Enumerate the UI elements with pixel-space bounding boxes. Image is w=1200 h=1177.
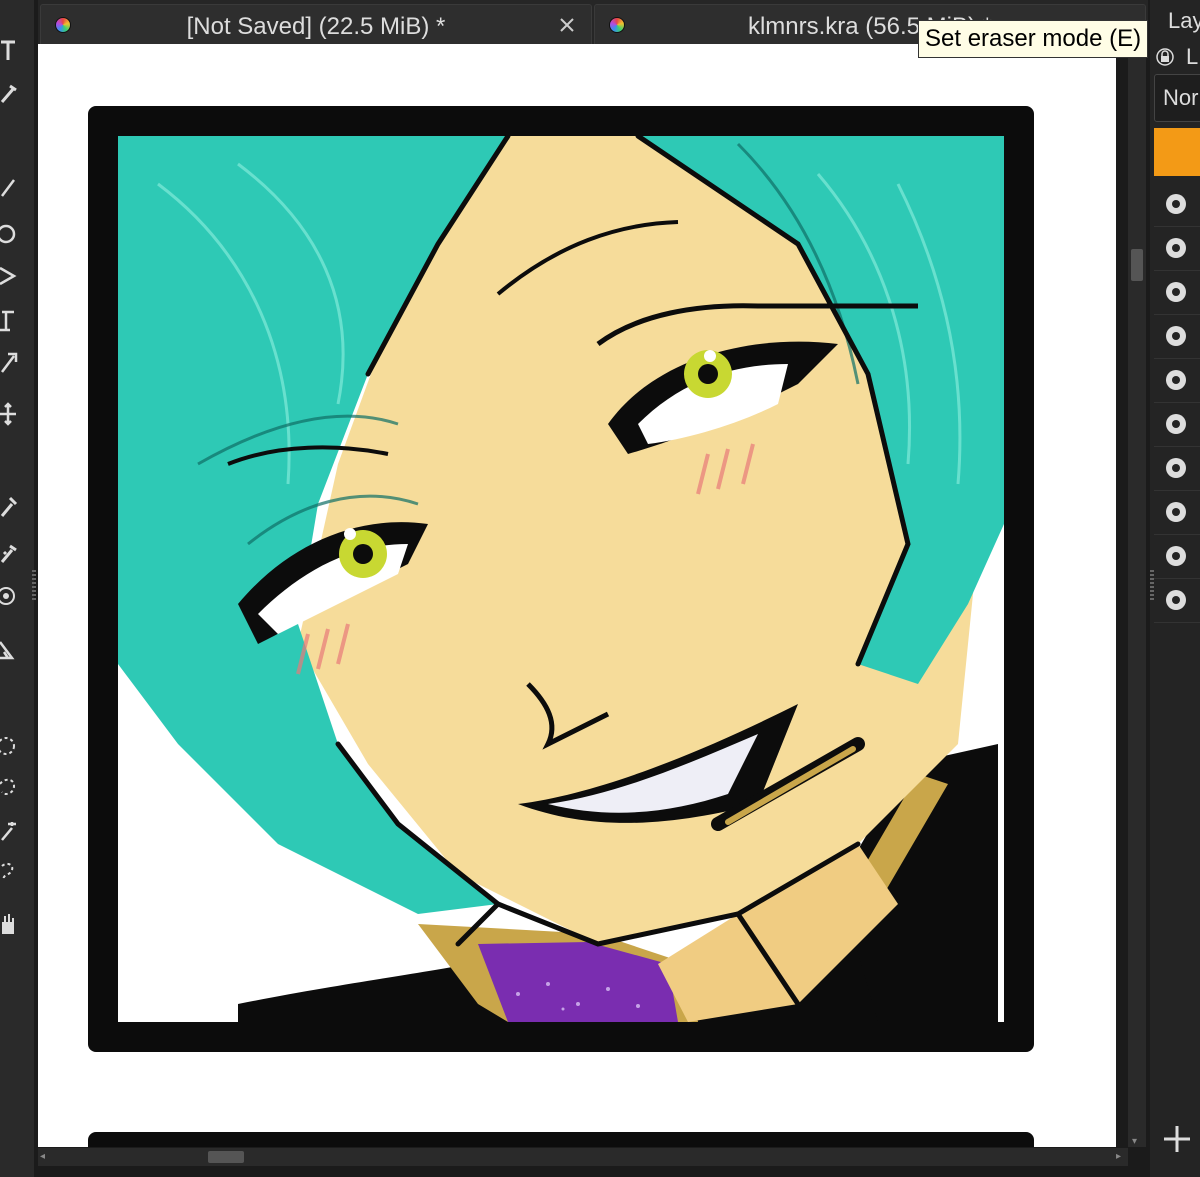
assistant-tool-icon[interactable] [0,584,18,608]
smart-patch-icon[interactable] [0,540,18,564]
layer-row[interactable] [1154,270,1200,315]
calligraphy-icon[interactable] [0,82,18,106]
lock-label: L [1186,44,1199,69]
scroll-down-arrow-icon[interactable]: ▾ [1132,1137,1142,1147]
visibility-eye-icon[interactable] [1162,500,1190,524]
visibility-eye-icon[interactable] [1162,456,1190,480]
line-tool-icon[interactable] [0,176,18,200]
similar-select-icon[interactable] [0,860,18,884]
horizontal-scroll-thumb[interactable] [208,1151,244,1163]
lock-icon[interactable] [1156,48,1174,66]
visibility-eye-icon[interactable] [1162,324,1190,348]
pan-tool-icon[interactable] [0,912,18,936]
layers-panel: Lay L Nor [1150,0,1200,1177]
elliptical-select-icon[interactable] [0,734,18,758]
layer-row[interactable] [1154,226,1200,271]
layer-row[interactable] [1154,358,1200,403]
vertical-scroll-thumb[interactable] [1131,249,1143,281]
horizontal-scrollbar[interactable]: ◂ ▸ [38,1148,1128,1166]
layer-row[interactable] [1154,314,1200,359]
blend-mode-value: Nor [1163,85,1199,110]
polygon-tool-icon[interactable] [0,264,18,288]
freehand-select-icon[interactable] [0,776,18,800]
panel-title: Lay [1168,8,1200,33]
layer-row[interactable] [1154,534,1200,579]
vertical-scrollbar[interactable]: ▾ [1128,44,1146,1147]
layer-row[interactable] [1154,182,1200,227]
visibility-eye-icon[interactable] [1162,280,1190,304]
canvas-artwork [88,106,1034,1147]
layer-row[interactable] [1154,402,1200,447]
freehand-path-icon[interactable] [0,350,18,374]
move-tool-icon[interactable] [0,402,18,426]
scroll-left-arrow-icon[interactable]: ◂ [40,1152,50,1162]
close-icon[interactable] [557,15,577,35]
layer-row[interactable] [1154,490,1200,535]
magic-wand-icon[interactable] [0,818,18,842]
measure-tool-icon[interactable] [0,638,18,662]
canvas[interactable] [38,44,1116,1147]
tab-title: [Not Saved] (22.5 MiB) * [186,13,446,40]
active-layer-row[interactable] [1154,128,1200,176]
tab-not-saved[interactable]: [Not Saved] (22.5 MiB) * [40,4,592,45]
bezier-tool-icon[interactable] [0,308,18,332]
eyedropper-icon[interactable] [0,494,18,518]
visibility-eye-icon[interactable] [1162,192,1190,216]
layer-row[interactable] [1154,578,1200,623]
add-layer-icon[interactable] [1162,1124,1192,1154]
scroll-right-arrow-icon[interactable]: ▸ [1116,1152,1126,1162]
visibility-eye-icon[interactable] [1162,368,1190,392]
toolbox-resize-grip[interactable] [32,570,36,600]
blend-mode-select[interactable]: Nor [1154,74,1200,122]
ellipse-tool-icon[interactable] [0,222,18,246]
panel-resize-grip[interactable] [1150,570,1154,600]
visibility-eye-icon[interactable] [1162,236,1190,260]
layer-row[interactable] [1154,446,1200,491]
visibility-eye-icon[interactable] [1162,544,1190,568]
toolbox [0,0,36,1177]
tooltip: Set eraser mode (E) [918,20,1149,58]
text-tool-icon[interactable] [0,38,18,62]
visibility-eye-icon[interactable] [1162,412,1190,436]
visibility-eye-icon[interactable] [1162,588,1190,612]
